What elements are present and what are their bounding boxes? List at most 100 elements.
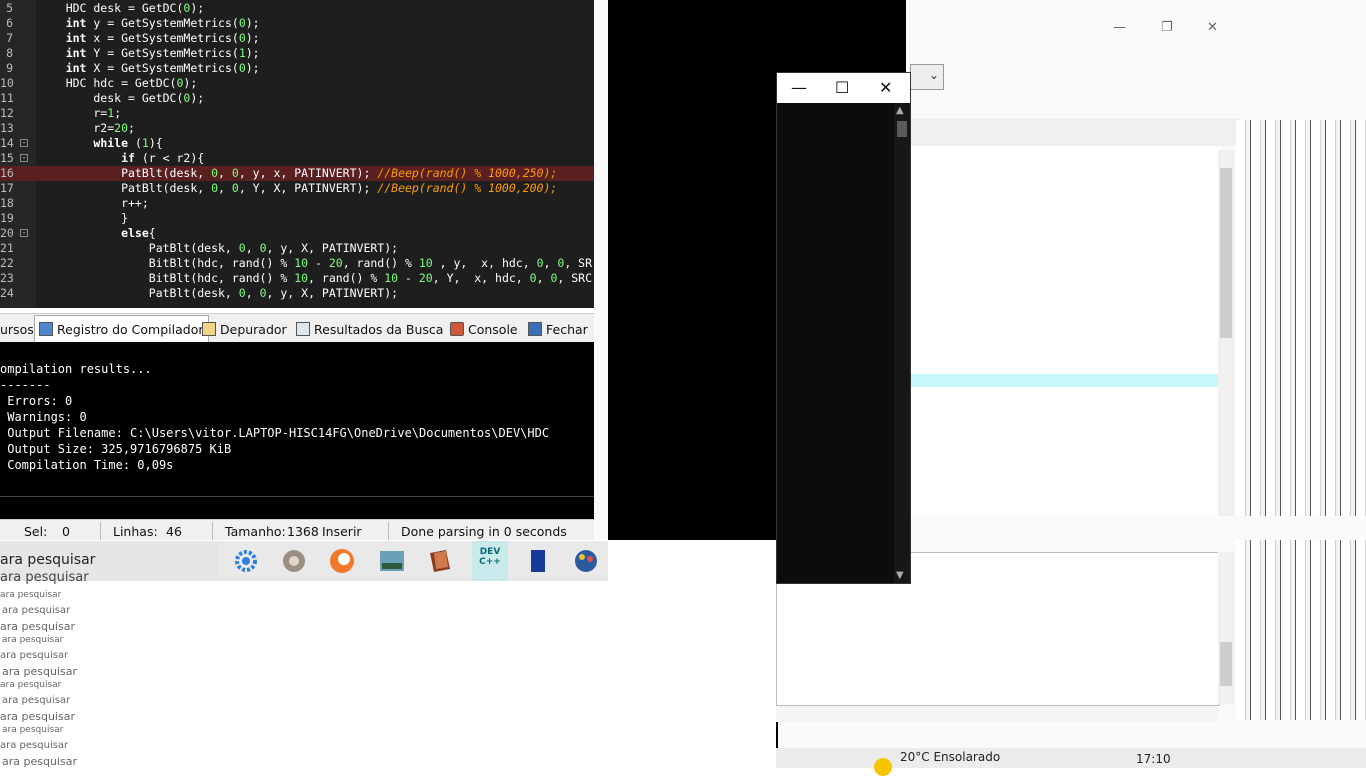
glitch-repeated-text: ara pesquisar	[2, 725, 64, 735]
output-line: Errors: 0	[0, 394, 73, 408]
code-line-breakpoint[interactable]: 16 PatBlt(desk, 0, 0, y, x, PATINVERT); …	[0, 166, 594, 181]
background-list-panel[interactable]	[910, 146, 1221, 516]
parse-message: Done parsing in 0 seconds	[401, 524, 567, 539]
code-line[interactable]: 14- while (1){	[0, 136, 594, 151]
console-titlebar[interactable]: — ☐ ✕	[777, 73, 910, 103]
code-line[interactable]: 5 HDC desk = GetDC(0);	[0, 1, 594, 16]
book-icon[interactable]	[426, 547, 454, 575]
code-text: PatBlt(desk, 0, 0, y, x, PATINVERT); //B…	[38, 166, 558, 180]
weather-sun-icon[interactable]	[874, 758, 892, 776]
glitch-repeated-text: ara pesquisar	[0, 680, 62, 690]
size-value: 1368	[287, 524, 319, 539]
line-number: 17	[0, 181, 14, 195]
tab-ursos[interactable]: ursos	[0, 318, 34, 340]
tab-label: Resultados da Busca	[314, 321, 444, 337]
code-line[interactable]: 20- else{	[0, 226, 594, 241]
chevron-down-icon: ⌄	[929, 68, 940, 82]
glitch-repeated-text: ara pesquisar	[2, 605, 71, 616]
size-label: Tamanho:	[225, 524, 286, 539]
code-text: PatBlt(desk, 0, 0, Y, X, PATINVERT); //B…	[38, 181, 558, 195]
scroll-thumb[interactable]	[897, 121, 907, 137]
vertical-scrollbar[interactable]	[1218, 150, 1234, 516]
code-text: int y = GetSystemMetrics(0);	[65, 16, 260, 30]
glitch-repeated-text: ara pesquisar	[2, 695, 71, 706]
code-text: r++;	[38, 196, 149, 210]
tab-registro-do-compilador[interactable]: Registro do Compilador	[34, 315, 209, 342]
tab-fechar[interactable]: Fechar	[528, 318, 588, 340]
console-window[interactable]: — ☐ ✕ ▲ ▼	[776, 72, 911, 584]
code-line[interactable]: 7 int x = GetSystemMetrics(0);	[0, 31, 594, 46]
code-text: desk = GetDC(0);	[38, 91, 205, 105]
line-number: 9	[6, 61, 13, 75]
restore-icon[interactable]: ❐	[1161, 20, 1173, 35]
combo-box[interactable]: ⌄	[910, 64, 944, 90]
code-line[interactable]: 6 int y = GetSystemMetrics(0);	[0, 16, 594, 31]
lines-label: Linhas:	[113, 524, 158, 539]
code-line[interactable]: 8 int Y = GetSystemMetrics(1);	[0, 46, 594, 61]
code-line[interactable]: 11 desk = GetDC(0);	[0, 91, 594, 106]
arrow-down-icon[interactable]: ▼	[896, 570, 904, 581]
separator	[388, 522, 389, 540]
code-line[interactable]: 15- if (r < r2){	[0, 151, 594, 166]
line-number: 20	[0, 226, 14, 240]
console-scrollbar[interactable]: ▲ ▼	[894, 103, 910, 583]
code-line[interactable]: 17 PatBlt(desk, 0, 0, Y, X, PATINVERT); …	[0, 181, 594, 196]
vertical-scrollbar-lower[interactable]	[1218, 552, 1234, 704]
tab-label: Console	[468, 321, 518, 337]
code-text: HDC hdc = GetDC(0);	[38, 76, 198, 90]
selected-row[interactable]	[910, 374, 1218, 387]
close-icon[interactable]: ✕	[879, 78, 892, 97]
code-editor[interactable]: 5 HDC desk = GetDC(0); 6 int y = GetSyste…	[0, 0, 594, 308]
code-line[interactable]: 12 r=1;	[0, 106, 594, 121]
code-line[interactable]: 23 BitBlt(hdc, rand() % 10, rand() % 10 …	[0, 271, 594, 286]
glitch-repeated-text: ara pesquisar	[2, 755, 77, 768]
code-line[interactable]: 19 }	[0, 211, 594, 226]
code-text: int Y = GetSystemMetrics(1);	[65, 46, 260, 60]
code-line[interactable]: 13 r2=20;	[0, 121, 594, 136]
photos-icon[interactable]	[378, 547, 406, 575]
tab-console[interactable]: Console	[450, 318, 518, 340]
lines-value: 46	[166, 524, 182, 539]
line-number: 10	[0, 76, 14, 90]
edge-icon[interactable]	[328, 547, 356, 575]
line-number: 19	[0, 211, 14, 225]
maximize-icon[interactable]: ☐	[835, 78, 849, 97]
minimize-icon[interactable]: —	[791, 78, 807, 97]
scroll-thumb[interactable]	[1220, 642, 1232, 686]
dbg-icon	[202, 322, 216, 336]
weather-text[interactable]: 20°C Ensolarado	[900, 750, 1000, 764]
line-number: 24	[0, 286, 14, 300]
clock[interactable]: 17:10	[1136, 752, 1171, 766]
fold-toggle-icon[interactable]: -	[20, 154, 28, 162]
tab-resultados-da-busca[interactable]: Resultados da Busca	[296, 318, 443, 340]
fold-toggle-icon[interactable]: -	[20, 139, 28, 147]
output-horizontal-scrollbar[interactable]	[0, 496, 594, 519]
separator	[100, 522, 101, 540]
code-line[interactable]: 24 PatBlt(desk, 0, 0, y, X, PATINVERT);	[0, 286, 594, 301]
minimize-icon[interactable]: —	[1113, 20, 1126, 35]
arrow-up-icon[interactable]: ▲	[896, 105, 904, 116]
gear-icon[interactable]	[232, 547, 260, 575]
tab-depurador[interactable]: Depurador	[202, 318, 287, 340]
compiler-output[interactable]: ompilation results... ------- Errors: 0 W…	[0, 342, 594, 518]
code-line[interactable]: 18 r++;	[0, 196, 594, 211]
devcpp-icon[interactable]: DEV C++	[472, 541, 508, 581]
paint-icon[interactable]	[572, 547, 600, 575]
close-icon[interactable]: ✕	[1207, 20, 1218, 35]
code-line[interactable]: 22 BitBlt(hdc, rand() % 10 - 20, rand() …	[0, 256, 594, 271]
taskbar-search[interactable]: ara pesquisar ara pesquisar	[0, 541, 218, 585]
app-icon[interactable]	[280, 547, 308, 575]
code-text: int X = GetSystemMetrics(0);	[65, 61, 260, 75]
bottom-panel-tabs: ursos Registro do Compilador Depurador Resu…	[0, 313, 594, 343]
horizontal-scrollbar[interactable]	[776, 706, 1218, 722]
line-number: 11	[0, 91, 14, 105]
bookmark-icon[interactable]	[524, 547, 552, 575]
fold-toggle-icon[interactable]: -	[20, 229, 28, 237]
code-text: PatBlt(desk, 0, 0, y, X, PATINVERT);	[38, 286, 399, 300]
code-line[interactable]: 10 HDC hdc = GetDC(0);	[0, 76, 594, 91]
code-line[interactable]: 9 int X = GetSystemMetrics(0);	[0, 61, 594, 76]
scroll-thumb[interactable]	[1220, 168, 1232, 338]
sel-value: 0	[62, 524, 70, 539]
code-line[interactable]: 21 PatBlt(desk, 0, 0, y, X, PATINVERT);	[0, 241, 594, 256]
line-number: 22	[0, 256, 14, 270]
